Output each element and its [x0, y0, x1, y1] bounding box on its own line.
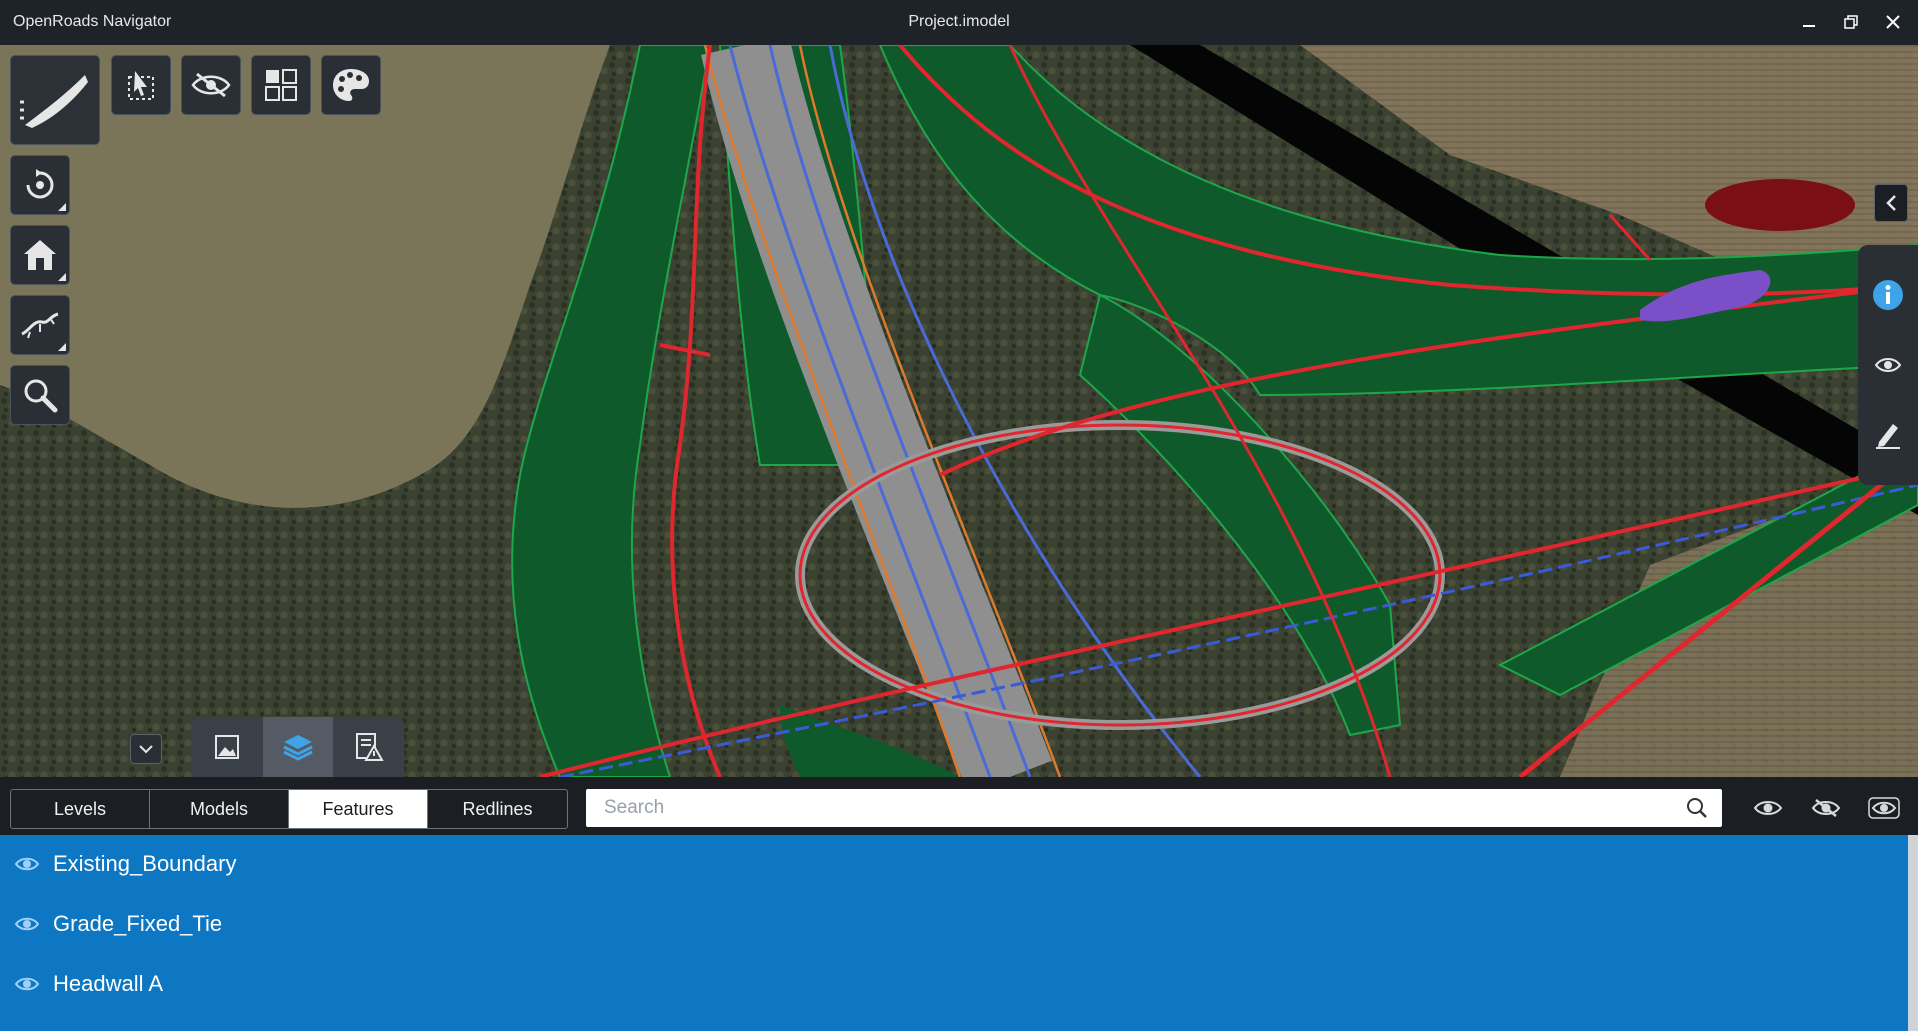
title-bar: OpenRoads Navigator Project.imodel: [0, 0, 1918, 45]
select-icon: [128, 71, 154, 100]
list-item[interactable]: Grade_Fixed_Tie: [0, 895, 1908, 955]
feature-label: Existing_Boundary: [53, 851, 237, 876]
feature-label: Headwall A: [53, 971, 164, 996]
expand-panel-button[interactable]: [1874, 184, 1908, 222]
tab-layers[interactable]: [262, 717, 334, 777]
road-view-icon: [20, 75, 88, 128]
hide-button[interactable]: [181, 55, 241, 115]
right-tool-panel: [1858, 245, 1918, 485]
hide-icon: [191, 72, 231, 98]
home-icon: [24, 240, 56, 270]
layers-icon: [283, 735, 313, 761]
orbit-icon: [26, 169, 54, 199]
hide-all-icon: [1811, 799, 1841, 817]
search-input[interactable]: [604, 789, 1664, 827]
app-title: OpenRoads Navigator: [13, 13, 172, 30]
aerial-map-canvas[interactable]: [0, 45, 1918, 777]
map-viewport[interactable]: [0, 45, 1918, 777]
feature-label: Grade_Fixed_Tie: [53, 911, 223, 936]
eye-icon[interactable]: [14, 975, 40, 993]
view-layout-icon: [265, 69, 297, 101]
eye-icon[interactable]: [14, 855, 40, 873]
feature-list: Existing_Boundary Grade_Fixed_Tie Headwa…: [0, 835, 1908, 1031]
list-item[interactable]: Headwall A: [0, 955, 1908, 1015]
eye-icon[interactable]: [14, 915, 40, 933]
corner-indicator: [58, 343, 66, 351]
palette-icon: [333, 69, 369, 101]
category-tabs: Levels Models Features Redlines: [10, 789, 568, 829]
tab-features[interactable]: Features: [289, 790, 428, 828]
tab-views[interactable]: [192, 717, 263, 777]
restore-button[interactable]: [1833, 8, 1869, 36]
zoom-button[interactable]: [10, 365, 70, 425]
tab-redlines[interactable]: Redlines: [428, 790, 567, 828]
show-all-icon: [1753, 801, 1783, 815]
home-button[interactable]: [10, 225, 70, 285]
collapse-panel-button[interactable]: [130, 734, 162, 764]
road-view-button[interactable]: [10, 55, 100, 145]
corner-indicator: [58, 273, 66, 281]
walk-icon: [21, 312, 59, 339]
info-button[interactable]: [1858, 265, 1918, 325]
tab-issues[interactable]: [333, 717, 404, 777]
search-button[interactable]: [1686, 797, 1708, 824]
corner-indicator: [58, 203, 66, 211]
panel-tabbar: [192, 717, 404, 777]
pond-markup: [1705, 179, 1855, 231]
scrollbar[interactable]: [1908, 835, 1918, 1031]
palette-button[interactable]: [321, 55, 381, 115]
info-icon: [1873, 280, 1903, 310]
close-icon: [1886, 15, 1900, 29]
markup-button[interactable]: [1858, 405, 1918, 465]
visibility-icon: [1874, 358, 1902, 372]
minimize-button[interactable]: [1791, 8, 1827, 36]
minimize-icon: [1803, 25, 1815, 27]
isolate-button[interactable]: [1864, 791, 1904, 825]
document-title: Project.imodel: [908, 13, 1010, 30]
view-layout-button[interactable]: [251, 55, 311, 115]
filter-bar: Levels Models Features Redlines: [0, 777, 1918, 835]
search-icon: [1687, 798, 1707, 818]
restore-icon: [1844, 15, 1858, 29]
chevron-left-icon: [1886, 195, 1896, 211]
list-item[interactable]: Existing_Boundary: [0, 835, 1908, 895]
select-button[interactable]: [111, 55, 171, 115]
visibility-button[interactable]: [1858, 335, 1918, 395]
show-all-button[interactable]: [1748, 791, 1788, 825]
search-box: [586, 789, 1722, 827]
walk-button[interactable]: [10, 295, 70, 355]
orbit-button[interactable]: [10, 155, 70, 215]
markup-icon: [1876, 424, 1900, 449]
tab-levels[interactable]: Levels: [11, 790, 150, 828]
zoom-icon: [24, 379, 58, 413]
chevron-down-icon: [139, 745, 153, 754]
tab-models[interactable]: Models: [150, 790, 289, 828]
views-icon: [215, 735, 240, 759]
close-button[interactable]: [1875, 8, 1911, 36]
hide-all-button[interactable]: [1806, 791, 1846, 825]
issues-icon: [355, 733, 384, 761]
isolate-icon: [1868, 797, 1900, 819]
